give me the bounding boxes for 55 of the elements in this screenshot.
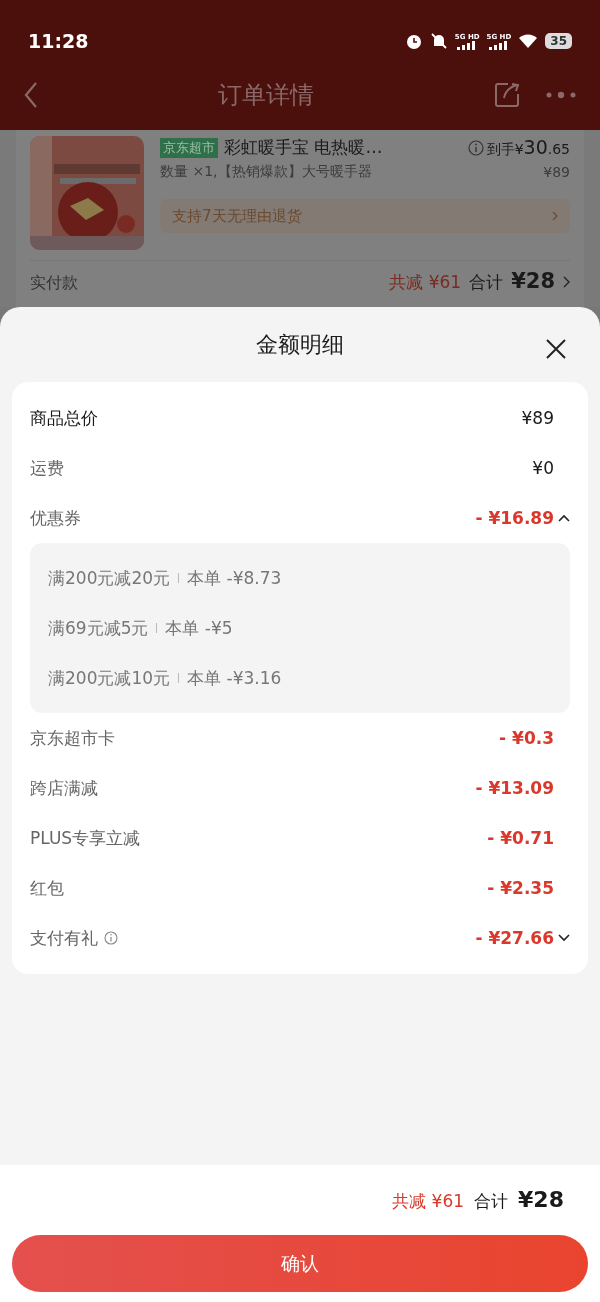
signal-icon [488,40,509,50]
amount-value: ¥0 [532,458,554,478]
coupon-amount: 本单 -¥8.73 [187,566,282,590]
page-title: 订单详情 [218,80,314,111]
amount-value: - ¥2.35 [487,878,554,898]
total-label: 合计 [474,1190,509,1213]
coupon-rule: 满69元减5元 [48,616,149,640]
coupon-amount: 本单 -¥5 [165,616,233,640]
wifi-icon [518,33,539,49]
payment-label: 实付款 [30,273,78,294]
payment-discount: 共减 ¥61 [389,271,462,294]
status-time: 11:28 [28,30,89,52]
return-policy: 支持7天无理由退货 [172,206,302,226]
amount-label: 优惠券 [30,506,81,530]
store-tag: 京东超市 [160,137,218,158]
confirm-button[interactable]: 确认 [12,1235,588,1292]
sheet-title: 金额明细 [256,330,344,359]
expand-toggle[interactable] [558,934,570,942]
total-discount: 共减 ¥61 [392,1190,465,1213]
chevron-right-icon [552,211,558,221]
amount-value: - ¥0.71 [487,828,554,848]
amount-value: - ¥27.66 [475,928,554,948]
coupon-amount: 本单 -¥3.16 [187,666,282,690]
amount-value: - ¥0.3 [499,728,554,748]
info-icon[interactable] [467,139,484,156]
amount-label: PLUS专享立减 [30,826,141,850]
original-price: ¥89 [543,164,570,180]
amount-value: ¥89 [521,408,554,428]
amount-label: 跨店满减 [30,776,98,800]
signal-icon [457,40,478,50]
amount-label: 商品总价 [30,406,98,430]
total-amount: ¥28 [518,1187,564,1212]
amount-label: 支付有礼 [30,926,98,950]
alarm-icon [404,32,423,50]
collapse-toggle[interactable] [558,514,570,522]
battery-level: 35 [545,33,572,49]
payment-total: ¥28 [511,269,555,293]
amount-value: - ¥16.89 [475,508,554,528]
amount-label: 红包 [30,876,64,900]
product-spec: 数量 ×1,【热销爆款】大号暖手器 [160,163,372,181]
payment-total-label: 合计 [469,271,504,294]
bell-off-icon [429,32,448,50]
back-icon[interactable] [24,82,38,108]
amount-label: 运费 [30,456,64,480]
coupon-rule: 满200元减10元 [48,666,171,690]
chevron-right-icon [563,276,570,288]
final-price: 到手¥30.65 [486,136,570,159]
amount-value: - ¥13.09 [475,778,554,798]
info-icon[interactable] [104,931,118,945]
more-icon[interactable] [546,91,576,99]
product-name: 彩虹暖手宝 电热暖… [224,136,383,159]
close-button[interactable] [546,339,566,359]
share-icon[interactable] [494,82,520,108]
coupon-rule: 满200元减20元 [48,566,171,590]
amount-label: 京东超市卡 [30,726,115,750]
